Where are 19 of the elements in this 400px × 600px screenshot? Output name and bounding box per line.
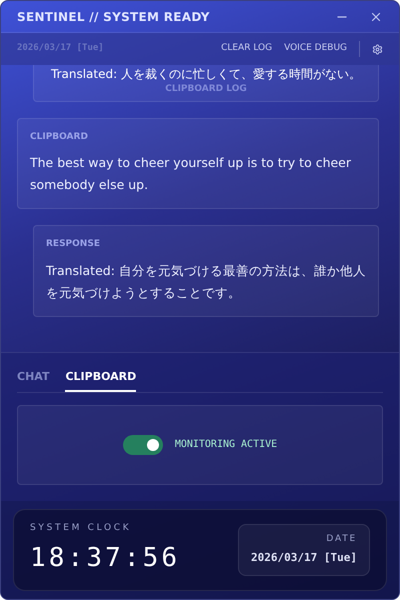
message-text: The best way to cheer yourself up is to try to cheer somebody else up. [30, 154, 352, 194]
tab[interactable]: CHAT [17, 369, 50, 392]
date-label: DATE [326, 532, 357, 546]
monitoring-label: MONITORING ACTIVE [174, 438, 278, 452]
clock-label: SYSTEM CLOCK [30, 522, 132, 534]
window-title: SENTINEL // SYSTEM READY [17, 8, 210, 26]
date-value: 2026/03/17 [Tue] [251, 550, 357, 566]
toolbar-date: 2026/03/17 [Tue] [17, 42, 104, 56]
monitoring-switch[interactable] [122, 434, 163, 454]
toolbar-button[interactable]: CLEAR LOG [221, 42, 272, 56]
message-text: Translated: 自分を元気づける最善の方法は、誰か他人を元気づけようとすることです。 [46, 262, 366, 302]
tab[interactable]: CLIPBOARD [65, 369, 136, 392]
section-label: CLIPBOARD LOG [165, 83, 247, 96]
toolbar-button[interactable]: VOICE DEBUG [284, 42, 347, 56]
card-label: RESPONSE [46, 238, 101, 251]
card-label: CLIPBOARD [30, 130, 89, 144]
settings-icon[interactable] [372, 44, 383, 54]
message-text: Translated: 人を裁くのに忙しくて、愛する時間がない。 [51, 66, 361, 83]
clock-time: 18:37:56 [30, 542, 180, 575]
